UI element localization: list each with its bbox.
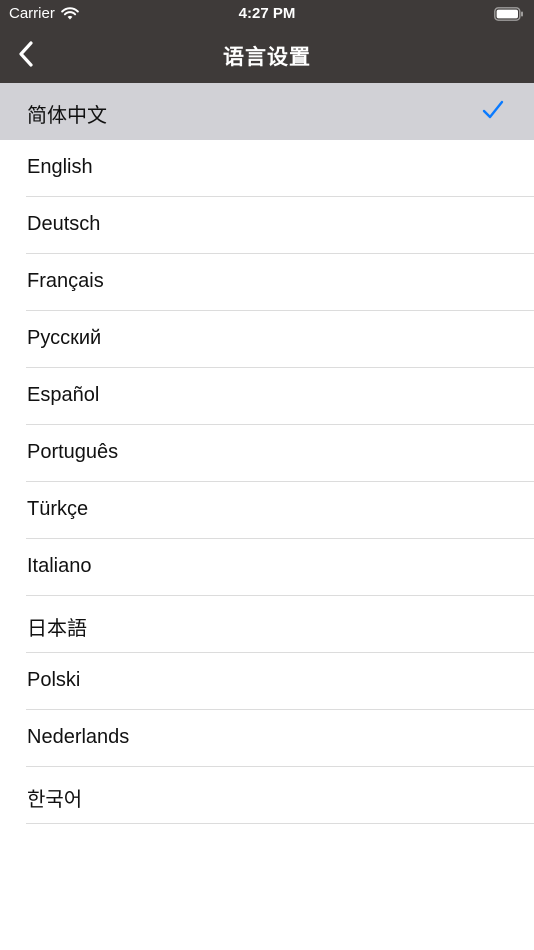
language-row[interactable]: 한국어 <box>0 767 534 824</box>
language-label: Polski <box>27 669 81 691</box>
language-label: Italiano <box>27 555 92 577</box>
language-label: English <box>27 156 93 178</box>
language-label: Deutsch <box>27 213 101 235</box>
language-label: 简体中文 <box>27 105 107 127</box>
language-label: 한국어 <box>27 789 83 811</box>
language-row[interactable]: Deutsch <box>0 197 534 254</box>
language-row[interactable]: Türkçe <box>0 482 534 539</box>
language-row[interactable]: Nederlands <box>0 710 534 767</box>
language-label: Français <box>27 270 104 292</box>
language-row[interactable]: 简体中文 <box>0 83 534 140</box>
language-row[interactable]: Polski <box>0 653 534 710</box>
language-row[interactable]: Italiano <box>0 539 534 596</box>
navigation-bar: 语言设置 <box>0 28 534 83</box>
language-label: Nederlands <box>27 726 130 748</box>
language-label: Русский <box>27 327 102 349</box>
language-row[interactable]: English <box>0 140 534 197</box>
status-bar: Carrier 4:27 PM <box>0 0 534 28</box>
language-row[interactable]: Español <box>0 368 534 425</box>
status-time: 4:27 PM <box>238 5 296 22</box>
language-label: Español <box>27 384 100 406</box>
top-bar: Carrier 4:27 PM 语言设置 <box>0 0 534 83</box>
language-list: 简体中文 English Deutsch Français Русский Español… <box>0 83 534 824</box>
language-label: 日本語 <box>27 618 87 640</box>
battery-icon <box>494 7 524 21</box>
language-label: Türkçe <box>27 498 89 520</box>
language-row[interactable]: 日本語 <box>0 596 534 653</box>
page-title: 语言设置 <box>223 46 311 69</box>
language-row[interactable]: Português <box>0 425 534 482</box>
language-label: Português <box>27 441 119 463</box>
language-row[interactable]: Français <box>0 254 534 311</box>
checkmark-icon <box>482 100 504 120</box>
language-row[interactable]: Русский <box>0 311 534 368</box>
